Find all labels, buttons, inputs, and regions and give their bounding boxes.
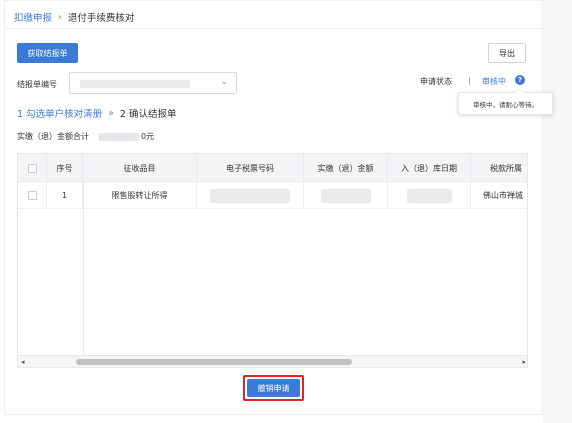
chevron-down-icon: ⌄ xyxy=(220,77,228,87)
step-1-link[interactable]: 1 勾选单户核对清册 xyxy=(17,106,102,120)
row-amount-redacted xyxy=(320,188,371,203)
header-select-all[interactable] xyxy=(18,154,47,182)
status-label: 申请状态 xyxy=(420,77,452,86)
breadcrumb-parent-link[interactable]: 扣缴申报 xyxy=(14,10,52,24)
scrollbar-thumb[interactable] xyxy=(76,359,352,365)
breadcrumb-separator: › xyxy=(58,11,62,23)
row-ticket-no-cell xyxy=(197,182,304,209)
step-2-current: 2 确认结报单 xyxy=(119,109,177,120)
cancel-application-button[interactable]: 撤销申请 xyxy=(247,379,300,397)
table-header: 序号 征收品目 电子税票号码 实缴（退）金额 入（退）库日期 税款所属 xyxy=(18,154,527,182)
header-item: 征收品目 xyxy=(83,154,197,182)
summary-label: 实缴（退）金额合计 xyxy=(17,132,89,141)
header-office: 税款所属 xyxy=(490,163,522,173)
row-item: 限售股转让所得 xyxy=(83,182,197,209)
status-value: 审核中 xyxy=(482,77,506,86)
row-date-cell xyxy=(388,182,471,209)
summary-suffix: 0元 xyxy=(141,132,155,141)
checklist-table: 序号 征收品目 电子税票号码 实缴（退）金额 入（退）库日期 税款所属 1 限售… xyxy=(17,153,528,368)
row-office: 佛山市禅城 xyxy=(483,191,523,200)
column-divider xyxy=(83,182,84,355)
summary-total: 实缴（退）金额合计 0元 xyxy=(17,131,154,142)
horizontal-scrollbar[interactable]: ◂ ▸ xyxy=(18,355,527,367)
row-index: 1 xyxy=(47,182,83,209)
row-checkbox-cell[interactable] xyxy=(18,182,47,209)
status-tooltip: 审核中，请耐心等待。 xyxy=(458,88,553,115)
select-all-checkbox[interactable] xyxy=(27,163,37,173)
scroll-left-arrow-icon[interactable]: ◂ xyxy=(21,358,25,366)
settlement-no-label: 结报单编号 xyxy=(17,80,57,89)
summary-amount-redacted xyxy=(99,132,139,141)
settlement-no-value-redacted xyxy=(80,80,190,88)
row-ticket-no-redacted xyxy=(210,188,290,203)
status-divider: | xyxy=(468,76,471,85)
help-icon[interactable]: ? xyxy=(515,75,525,85)
export-button[interactable]: 导出 xyxy=(488,43,526,63)
header-date: 入（退）库日期 xyxy=(388,154,471,182)
fetch-settlement-button[interactable]: 获取结报单 xyxy=(17,43,78,63)
breadcrumb: 扣缴申报 › 退付手续费核对 xyxy=(14,10,135,25)
header-divider xyxy=(4,28,543,29)
scroll-right-arrow-icon[interactable]: ▸ xyxy=(522,358,526,366)
step-arrow-icon: » xyxy=(108,107,114,119)
header-amount: 实缴（退）金额 xyxy=(304,154,388,182)
right-gutter xyxy=(543,0,572,423)
row-date-redacted xyxy=(406,188,452,203)
header-ticket-no: 电子税票号码 xyxy=(197,154,304,182)
steps-nav: 1 勾选单户核对清册 » 2 确认结报单 xyxy=(17,106,177,121)
row-amount-cell xyxy=(304,182,388,209)
table-row: 1 限售股转让所得 佛山市禅城 xyxy=(18,182,527,209)
breadcrumb-current: 退付手续费核对 xyxy=(67,13,135,24)
header-index: 序号 xyxy=(47,154,83,182)
settlement-no-select[interactable]: ⌄ xyxy=(69,72,237,94)
row-checkbox[interactable] xyxy=(27,191,37,200)
